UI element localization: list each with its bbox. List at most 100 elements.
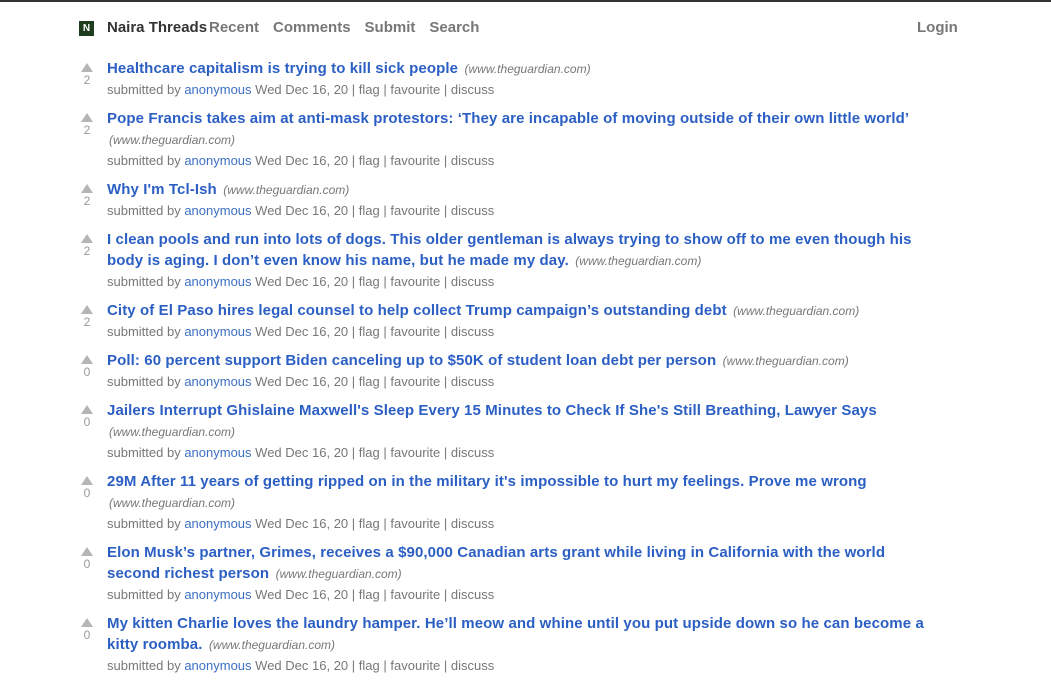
submitted-by-label: submitted by	[107, 587, 181, 602]
favourite-link[interactable]: favourite	[390, 82, 440, 97]
story-title-link[interactable]: Elon Musk’s partner, Grimes, receives a …	[107, 544, 885, 582]
story-meta: submitted by anonymous Wed Dec 16, 20 | …	[107, 372, 937, 391]
story-title-link[interactable]: Poll: 60 percent support Biden canceling…	[107, 352, 716, 369]
flag-link[interactable]: flag	[359, 445, 380, 460]
story-title-link[interactable]: Pope Francis takes aim at anti-mask prot…	[107, 110, 909, 127]
flag-link[interactable]: flag	[359, 516, 380, 531]
discuss-link[interactable]: discuss	[451, 516, 494, 531]
discuss-link[interactable]: discuss	[451, 658, 494, 673]
discuss-link[interactable]: discuss	[451, 274, 494, 289]
meta-separator: |	[351, 82, 356, 97]
flag-link[interactable]: flag	[359, 587, 380, 602]
story-meta: submitted by anonymous Wed Dec 16, 20 | …	[107, 80, 937, 99]
story-meta: submitted by anonymous Wed Dec 16, 20 | …	[107, 322, 937, 341]
author-link[interactable]: anonymous	[184, 82, 251, 97]
nav-submit-link[interactable]: Submit	[365, 19, 416, 36]
discuss-link[interactable]: discuss	[451, 445, 494, 460]
submitted-by-label: submitted by	[107, 153, 181, 168]
author-link[interactable]: anonymous	[184, 374, 251, 389]
author-link[interactable]: anonymous	[184, 516, 251, 531]
flag-link[interactable]: flag	[359, 658, 380, 673]
upvote-arrow-icon[interactable]	[81, 63, 93, 72]
author-link[interactable]: anonymous	[184, 658, 251, 673]
favourite-link[interactable]: favourite	[390, 587, 440, 602]
upvote-arrow-icon[interactable]	[81, 113, 93, 122]
author-link[interactable]: anonymous	[184, 203, 251, 218]
story-row: 0 Poll: 60 percent support Biden canceli…	[0, 350, 1051, 391]
upvote-arrow-icon[interactable]	[81, 305, 93, 314]
favourite-link[interactable]: favourite	[390, 445, 440, 460]
vote-box: 2	[80, 305, 94, 329]
discuss-link[interactable]: discuss	[451, 324, 494, 339]
story-date: Wed Dec 16, 20	[255, 324, 349, 339]
discuss-link[interactable]: discuss	[451, 203, 494, 218]
author-link[interactable]: anonymous	[184, 324, 251, 339]
story-title-link[interactable]: 29M After 11 years of getting ripped on …	[107, 473, 867, 490]
favourite-link[interactable]: favourite	[390, 516, 440, 531]
flag-link[interactable]: flag	[359, 374, 380, 389]
story-score: 2	[83, 244, 91, 258]
story-meta: submitted by anonymous Wed Dec 16, 20 | …	[107, 443, 937, 462]
flag-link[interactable]: flag	[359, 153, 380, 168]
story-row: 2 Why I'm Tcl-Ish (www.theguardian.com) …	[0, 179, 1051, 220]
story-title-link[interactable]: City of El Paso hires legal counsel to h…	[107, 302, 727, 319]
story-meta: submitted by anonymous Wed Dec 16, 20 | …	[107, 201, 937, 220]
story-meta: submitted by anonymous Wed Dec 16, 20 | …	[107, 656, 937, 675]
story-score: 0	[83, 365, 91, 379]
site-name-link[interactable]: Naira Threads	[107, 19, 207, 36]
story-title-link[interactable]: Healthcare capitalism is trying to kill …	[107, 60, 458, 77]
author-link[interactable]: anonymous	[184, 587, 251, 602]
nav-search-link[interactable]: Search	[429, 19, 479, 36]
story-score: 2	[83, 73, 91, 87]
flag-link[interactable]: flag	[359, 324, 380, 339]
story-score: 0	[83, 415, 91, 429]
story-title-line: City of El Paso hires legal counsel to h…	[107, 300, 937, 322]
story-row: 2 Pope Francis takes aim at anti-mask pr…	[0, 108, 1051, 170]
upvote-arrow-icon[interactable]	[81, 476, 93, 485]
favourite-link[interactable]: favourite	[390, 153, 440, 168]
story-date: Wed Dec 16, 20	[255, 274, 349, 289]
story-score: 2	[83, 315, 91, 329]
site-logo-icon[interactable]: N	[79, 21, 94, 36]
author-link[interactable]: anonymous	[184, 445, 251, 460]
author-link[interactable]: anonymous	[184, 274, 251, 289]
flag-link[interactable]: flag	[359, 203, 380, 218]
story-date: Wed Dec 16, 20	[255, 82, 349, 97]
story-body: Jailers Interrupt Ghislaine Maxwell's Sl…	[107, 400, 937, 462]
upvote-arrow-icon[interactable]	[81, 355, 93, 364]
upvote-arrow-icon[interactable]	[81, 618, 93, 627]
flag-link[interactable]: flag	[359, 274, 380, 289]
upvote-arrow-icon[interactable]	[81, 547, 93, 556]
author-link[interactable]: anonymous	[184, 153, 251, 168]
flag-link[interactable]: flag	[359, 82, 380, 97]
story-date: Wed Dec 16, 20	[255, 658, 349, 673]
favourite-link[interactable]: favourite	[390, 374, 440, 389]
top-nav-bar: N Naira Threads Recent Comments Submit S…	[0, 2, 1051, 52]
login-link[interactable]: Login	[917, 19, 958, 36]
favourite-link[interactable]: favourite	[390, 658, 440, 673]
story-title-link[interactable]: I clean pools and run into lots of dogs.…	[107, 231, 912, 269]
submitted-by-label: submitted by	[107, 658, 181, 673]
story-date: Wed Dec 16, 20	[255, 587, 349, 602]
discuss-link[interactable]: discuss	[451, 587, 494, 602]
discuss-link[interactable]: discuss	[451, 374, 494, 389]
discuss-link[interactable]: discuss	[451, 82, 494, 97]
story-title-link[interactable]: Why I'm Tcl-Ish	[107, 181, 217, 198]
submitted-by-label: submitted by	[107, 324, 181, 339]
story-row: 0 Elon Musk’s partner, Grimes, receives …	[0, 542, 1051, 604]
meta-separator: |	[443, 274, 448, 289]
story-domain: (www.theguardian.com)	[223, 183, 350, 197]
discuss-link[interactable]: discuss	[451, 153, 494, 168]
nav-recent-link[interactable]: Recent	[209, 19, 259, 36]
upvote-arrow-icon[interactable]	[81, 405, 93, 414]
favourite-link[interactable]: favourite	[390, 324, 440, 339]
story-body: I clean pools and run into lots of dogs.…	[107, 229, 937, 291]
nav-comments-link[interactable]: Comments	[273, 19, 351, 36]
story-title-link[interactable]: Jailers Interrupt Ghislaine Maxwell's Sl…	[107, 402, 877, 419]
favourite-link[interactable]: favourite	[390, 203, 440, 218]
upvote-arrow-icon[interactable]	[81, 184, 93, 193]
upvote-arrow-icon[interactable]	[81, 234, 93, 243]
story-row: 0 My kitten Charlie loves the laundry ha…	[0, 613, 1051, 675]
submitted-by-label: submitted by	[107, 82, 181, 97]
favourite-link[interactable]: favourite	[390, 274, 440, 289]
